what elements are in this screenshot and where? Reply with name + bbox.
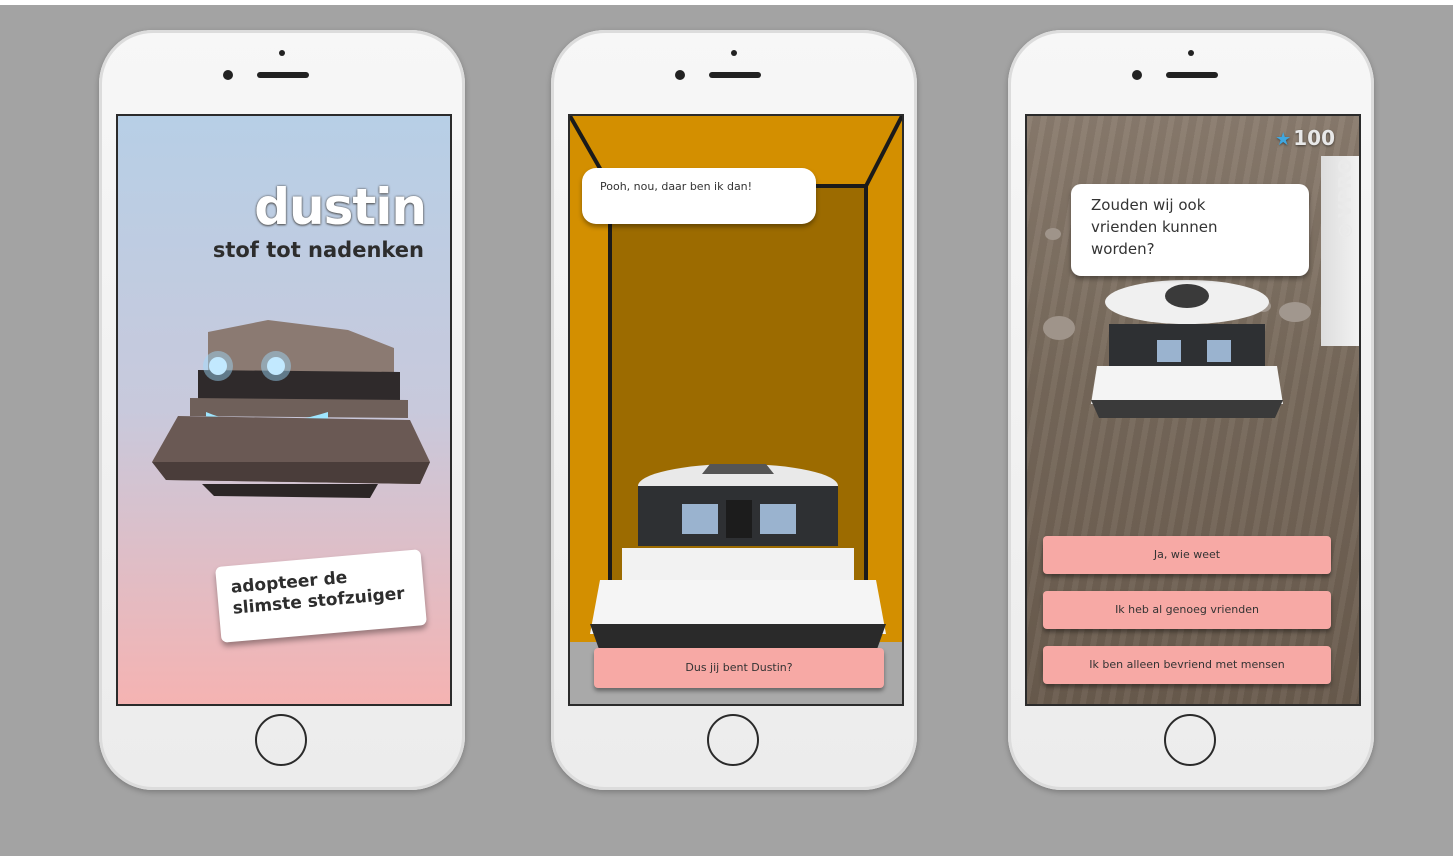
top-strip bbox=[0, 0, 1453, 5]
question-bubble: Zouden wij ook vrienden kunnen worden? bbox=[1071, 184, 1309, 276]
app-tagline: stof tot nadenken bbox=[212, 238, 424, 262]
phone-intro: Pooh, nou, daar ben ik dan! Dus jij bent… bbox=[551, 30, 917, 790]
sensor-icon bbox=[1188, 50, 1194, 56]
score-display: ★ 100 bbox=[1275, 126, 1335, 150]
intro-screen: Pooh, nou, daar ben ik dan! Dus jij bent… bbox=[568, 114, 904, 706]
home-button-icon[interactable] bbox=[707, 714, 759, 766]
star-icon: ★ bbox=[1275, 129, 1292, 150]
sensor-icon bbox=[279, 50, 285, 56]
vpro-watermark: ©VPRO bbox=[1335, 157, 1356, 240]
camera-icon bbox=[675, 70, 685, 80]
splash-screen: dustin stof tot nadenken adopteer de sli… bbox=[116, 114, 452, 706]
robot-illustration bbox=[152, 320, 430, 498]
speaker-icon bbox=[709, 72, 761, 78]
camera-icon bbox=[1132, 70, 1142, 80]
speaker-icon bbox=[1166, 72, 1218, 78]
phone-chat: ★ 100 ©VPRO Zouden wij ook vrienden kunne… bbox=[1008, 30, 1374, 790]
robot-vacuum bbox=[590, 464, 886, 652]
answer-button-3[interactable]: Ik ben alleen bevriend met mensen bbox=[1043, 646, 1331, 684]
score-value: 100 bbox=[1293, 126, 1335, 150]
app-brand: dustin bbox=[254, 178, 427, 236]
intro-cta-button[interactable]: Dus jij bent Dustin? bbox=[594, 648, 884, 688]
phone-splash: dustin stof tot nadenken adopteer de sli… bbox=[99, 30, 465, 790]
sensor-icon bbox=[731, 50, 737, 56]
adopt-card[interactable]: adopteer de slimste stofzuiger bbox=[215, 549, 427, 643]
question-line-3: worden? bbox=[1091, 240, 1155, 258]
answer-button-1[interactable]: Ja, wie weet bbox=[1043, 536, 1331, 574]
camera-icon bbox=[223, 70, 233, 80]
speech-bubble: Pooh, nou, daar ben ik dan! bbox=[582, 168, 816, 224]
speaker-icon bbox=[257, 72, 309, 78]
answer-button-2[interactable]: Ik heb al genoeg vrienden bbox=[1043, 591, 1331, 629]
question-line-2: vrienden kunnen bbox=[1091, 218, 1218, 236]
home-button-icon[interactable] bbox=[1164, 714, 1216, 766]
question-line-1: Zouden wij ook bbox=[1091, 196, 1206, 214]
chat-screen: ★ 100 ©VPRO Zouden wij ook vrienden kunne… bbox=[1025, 114, 1361, 706]
home-button-icon[interactable] bbox=[255, 714, 307, 766]
